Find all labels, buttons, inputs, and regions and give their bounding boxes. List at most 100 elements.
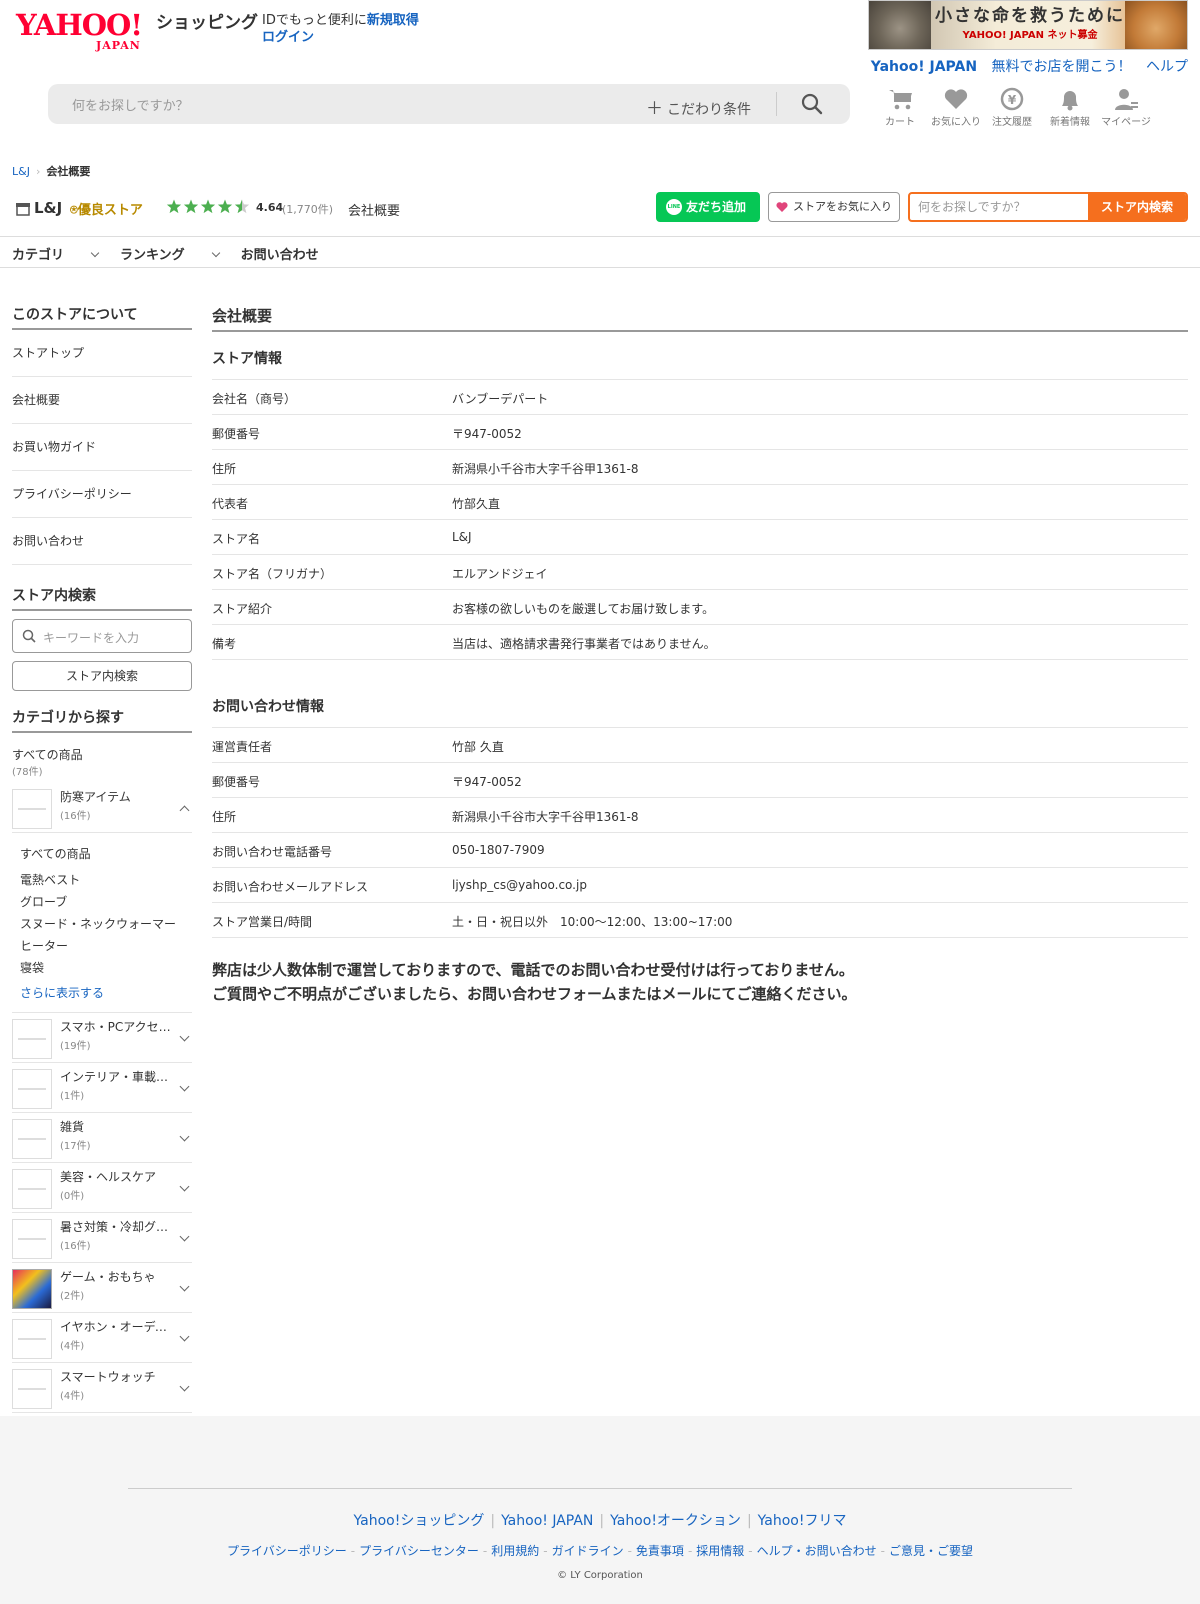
footer-link-terms[interactable]: 利用規約 bbox=[491, 1544, 539, 1558]
nav-contact[interactable]: お問い合わせ bbox=[241, 248, 319, 263]
category-row-expanded[interactable]: 防寒アイテム (16件) bbox=[12, 783, 192, 833]
notifications-button[interactable]: 新着情報 bbox=[1042, 86, 1098, 129]
category-count: (0件) bbox=[60, 1191, 85, 1202]
login-link[interactable]: ログイン bbox=[262, 29, 419, 46]
site-search-bar[interactable]: 何をお探しですか？ ＋こだわり条件 bbox=[48, 84, 850, 124]
subcategory-item[interactable]: スヌード・ネックウォーマー bbox=[20, 913, 192, 935]
chevron-down-icon[interactable] bbox=[179, 1331, 190, 1342]
info-label: 代表者 bbox=[212, 497, 249, 511]
info-label: 郵便番号 bbox=[212, 427, 261, 441]
service-name[interactable]: ショッピング bbox=[156, 12, 258, 34]
chevron-up-icon[interactable] bbox=[179, 805, 190, 816]
subcategory-item[interactable]: ヒーター bbox=[20, 935, 192, 957]
sidebar-link-company[interactable]: 会社概要 bbox=[12, 377, 192, 424]
mypage-button[interactable]: マイページ bbox=[1098, 86, 1154, 129]
sidebar-link-privacy[interactable]: プライバシーポリシー bbox=[12, 471, 192, 518]
footer-link-privacy[interactable]: プライバシーポリシー bbox=[227, 1544, 347, 1558]
contact-info-table: 運営責任者 竹部 久直 郵便番号 〒947-0052 住所 新潟県小千谷市大字千谷甲1… bbox=[212, 728, 1188, 938]
store-favorite-button[interactable]: ストアをお気に入り bbox=[768, 192, 900, 222]
category-thumbnail bbox=[12, 1319, 52, 1359]
category-row[interactable]: インテリア・車載グッズ (1件) bbox=[12, 1063, 192, 1113]
help-link[interactable]: ヘルプ bbox=[1146, 59, 1188, 75]
yahoo-japan-link[interactable]: Yahoo! JAPAN bbox=[871, 59, 977, 75]
category-row[interactable]: スマートウォッチ (4件) bbox=[12, 1363, 192, 1413]
category-row[interactable]: 暑さ対策・冷却グッズ (16件) bbox=[12, 1213, 192, 1263]
chevron-down-icon[interactable] bbox=[179, 1131, 190, 1142]
chevron-down-icon[interactable] bbox=[179, 1381, 190, 1392]
chevron-down-icon[interactable] bbox=[179, 1231, 190, 1242]
info-row: ストア紹介 お客様の欲しいものを厳選してお届け致します。 bbox=[212, 590, 1188, 625]
show-more-link[interactable]: さらに表示する bbox=[20, 982, 192, 1004]
line-friend-button[interactable]: LINE 友だち追加 bbox=[656, 192, 760, 222]
subcategory-item[interactable]: すべての商品 bbox=[20, 843, 192, 865]
footer-link-shopping[interactable]: Yahoo!ショッピング bbox=[354, 1513, 485, 1529]
notice-line: 弊店は少人数体制で運営しておりますので、電話でのお問い合わせ受付けは行っておりま… bbox=[212, 961, 854, 979]
sidebar-link-contact[interactable]: お問い合わせ bbox=[12, 518, 192, 565]
info-value: L&J bbox=[452, 530, 472, 544]
info-row: 住所 新潟県小千谷市大字千谷甲1361-8 bbox=[212, 450, 1188, 485]
category-name: ゲーム・おもちゃ bbox=[60, 1270, 156, 1284]
footer-link-privacy-center[interactable]: プライバシーセンター bbox=[359, 1544, 479, 1558]
favorite-button-label: ストアをお気に入り bbox=[793, 200, 892, 213]
store-search-input[interactable]: 何をお探しですか？ bbox=[910, 194, 1090, 220]
search-icon[interactable] bbox=[800, 92, 824, 116]
category-row[interactable]: 美容・ヘルスケア (0件) bbox=[12, 1163, 192, 1213]
copyright: © LY Corporation bbox=[557, 1570, 643, 1581]
info-row: ストア名 L&J bbox=[212, 520, 1188, 555]
favorites-button[interactable]: お気に入り bbox=[928, 86, 984, 129]
category-name: スマホ・PCアクセサリー bbox=[60, 1020, 176, 1034]
charity-banner[interactable]: 小さな命を救うために YAHOO! JAPAN ネット募金 bbox=[868, 0, 1188, 50]
subcategory-item[interactable]: 電熱ベスト bbox=[20, 869, 192, 891]
keyword-input[interactable]: キーワードを入力 bbox=[12, 619, 192, 653]
footer-link-help[interactable]: ヘルプ・お問い合わせ bbox=[757, 1544, 877, 1558]
info-label: お問い合わせメールアドレス bbox=[212, 880, 369, 894]
footer-spacer bbox=[0, 1416, 1200, 1468]
chevron-down-icon[interactable] bbox=[179, 1281, 190, 1292]
cart-button[interactable]: カート bbox=[872, 86, 928, 129]
footer-link-yahoo-japan[interactable]: Yahoo! JAPAN bbox=[501, 1513, 593, 1529]
star-icon bbox=[183, 199, 199, 214]
footer-link-feedback[interactable]: ご意見・ご要望 bbox=[889, 1544, 973, 1558]
nav-category[interactable]: カテゴリ bbox=[12, 248, 100, 263]
info-row: 会社名（商号） バンブーデパート bbox=[212, 380, 1188, 415]
nav-ranking[interactable]: ランキング bbox=[120, 248, 220, 263]
category-row[interactable]: スマホ・PCアクセサリー (19件) bbox=[12, 1013, 192, 1063]
chevron-right-icon: › bbox=[35, 165, 41, 178]
breadcrumb-store-link[interactable]: L&J bbox=[12, 165, 30, 178]
category-row[interactable]: 雑貨 (17件) bbox=[12, 1113, 192, 1163]
review-count[interactable]: (1,770件) bbox=[282, 201, 333, 217]
store-search-button[interactable]: ストア内検索 bbox=[1088, 194, 1186, 220]
heart-icon bbox=[944, 89, 968, 109]
store-name[interactable]: L&J bbox=[34, 199, 62, 217]
order-history-button[interactable]: ¥ 注文履歴 bbox=[984, 86, 1040, 129]
store-global-nav: カテゴリ ランキング お問い合わせ bbox=[12, 244, 341, 263]
footer-link-disclaimer[interactable]: 免責事項 bbox=[636, 1544, 684, 1558]
category-row[interactable]: ゲーム・おもちゃ (2件) bbox=[12, 1263, 192, 1313]
sidebar-search-button[interactable]: ストア内検索 bbox=[12, 661, 192, 691]
subcategory-item[interactable]: 寝袋 bbox=[20, 957, 192, 979]
category-thumbnail bbox=[12, 1219, 52, 1259]
yahoo-logo[interactable]: YAHOO! JAPAN bbox=[16, 10, 151, 52]
search-condition-button[interactable]: ＋こだわり条件 bbox=[646, 94, 751, 119]
all-items-link[interactable]: すべての商品 (78件) bbox=[12, 747, 192, 781]
footer-link-flea[interactable]: Yahoo!フリマ bbox=[758, 1513, 847, 1529]
category-count: (16件) bbox=[60, 811, 91, 822]
open-store-link[interactable]: 無料でお店を開こう！ bbox=[992, 59, 1132, 75]
mypage-label: マイページ bbox=[1101, 117, 1151, 128]
category-count: (4件) bbox=[60, 1391, 85, 1402]
info-label: ストア紹介 bbox=[212, 602, 273, 616]
sidebar-link-guide[interactable]: お買い物ガイド bbox=[12, 424, 192, 471]
category-row[interactable]: イヤホン・オーディオ (4件) bbox=[12, 1313, 192, 1363]
signup-link[interactable]: 新規取得 bbox=[367, 13, 419, 28]
info-row: 郵便番号 〒947-0052 bbox=[212, 763, 1188, 798]
chevron-down-icon[interactable] bbox=[179, 1081, 190, 1092]
site-search-input[interactable]: 何をお探しですか？ bbox=[72, 95, 189, 114]
chevron-down-icon[interactable] bbox=[179, 1181, 190, 1192]
footer-link-guidelines[interactable]: ガイドライン bbox=[552, 1544, 624, 1558]
footer-link-careers[interactable]: 採用情報 bbox=[696, 1544, 744, 1558]
chevron-down-icon[interactable] bbox=[179, 1031, 190, 1042]
footer-link-auction[interactable]: Yahoo!オークション bbox=[610, 1513, 741, 1529]
subcategory-item[interactable]: グローブ bbox=[20, 891, 192, 913]
info-row: 代表者 竹部久直 bbox=[212, 485, 1188, 520]
sidebar-link-store-top[interactable]: ストアトップ bbox=[12, 330, 192, 377]
